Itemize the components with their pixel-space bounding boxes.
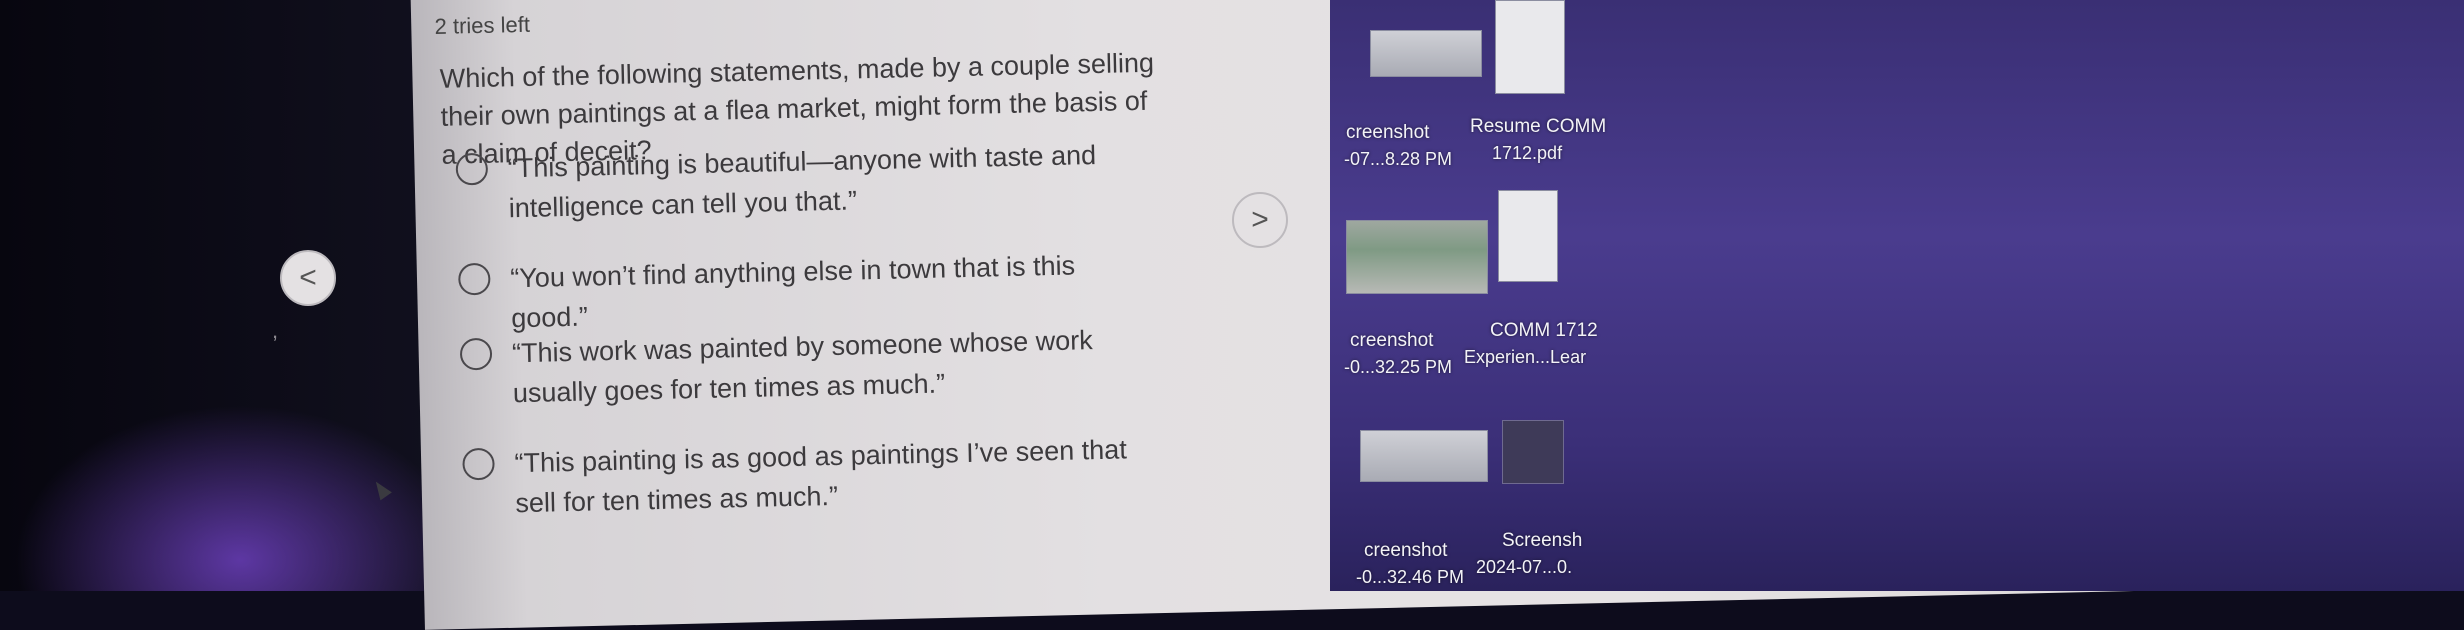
answer-option-label[interactable]: “This work was painted by someone whose … [512, 319, 1154, 413]
desktop-icon-label[interactable]: -0...32.25 PM [1344, 356, 1452, 378]
desktop-icon-label[interactable]: 2024-07...0. [1476, 556, 1572, 578]
document-icon[interactable] [1498, 190, 1558, 282]
radio-icon[interactable] [459, 337, 493, 371]
desktop-icon-label[interactable]: -0...32.46 PM [1356, 566, 1464, 588]
screenshot-thumbnail[interactable] [1502, 420, 1564, 484]
answer-option-label[interactable]: “This painting is beautiful—anyone with … [507, 134, 1149, 228]
tries-left-label: 2 tries left [434, 11, 531, 39]
edge-mark: , [272, 318, 279, 343]
screenshot-thumbnail[interactable] [1370, 30, 1482, 77]
screenshot-thumbnail[interactable] [1346, 220, 1488, 294]
desktop-icon-label[interactable]: creenshot [1346, 122, 1429, 144]
radio-icon[interactable] [462, 447, 495, 481]
radio-icon[interactable] [455, 152, 489, 186]
desktop-icon-label[interactable]: Screensh [1502, 530, 1582, 552]
desktop-icon-label[interactable]: creenshot [1364, 540, 1447, 562]
desktop-icon-label[interactable]: creenshot [1350, 330, 1433, 352]
screenshot-thumbnail[interactable] [1360, 430, 1488, 482]
answer-option-4[interactable]: “This painting is as good as paintings I… [442, 428, 1202, 518]
desktop-icon-label[interactable]: Experien...Lear [1464, 346, 1586, 368]
document-icon[interactable] [1495, 0, 1565, 94]
chevron-right-icon: > [1251, 203, 1269, 236]
radio-icon[interactable] [457, 262, 491, 296]
next-question-button[interactable]: > [1232, 192, 1288, 248]
desktop-icon-label[interactable]: 1712.pdf [1492, 142, 1562, 164]
desktop-icon-label[interactable]: Resume COMM [1470, 116, 1606, 138]
answer-option-label[interactable]: “This painting is as good as paintings I… [514, 429, 1156, 523]
desktop-background: creenshot -07...8.28 PM Resume COMM 1712… [1330, 0, 2464, 591]
answer-option-2[interactable]: “You won’t find anything else in town th… [438, 243, 1198, 333]
previous-question-button[interactable]: < [280, 250, 336, 306]
desktop-icon-label[interactable]: COMM 1712 [1490, 320, 1598, 342]
chevron-left-icon: < [299, 261, 317, 294]
desktop-icon-label[interactable]: -07...8.28 PM [1344, 148, 1452, 170]
